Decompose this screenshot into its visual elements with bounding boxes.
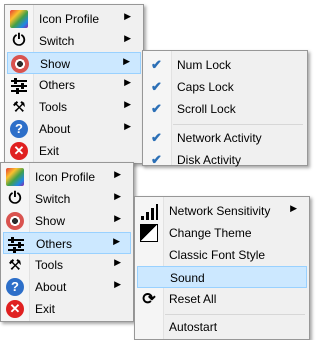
reset-icon: ⟳ <box>142 291 156 308</box>
menu-item-caps-lock[interactable]: ✔ Caps Lock <box>145 76 305 98</box>
menu-item-label: Show <box>40 57 71 71</box>
menu-separator <box>165 314 305 315</box>
menu-item-sound[interactable]: Sound <box>137 266 307 288</box>
menu-item-label: Exit <box>39 144 60 158</box>
menu-item-label: Exit <box>35 302 56 316</box>
color-profile-icon <box>10 10 28 28</box>
menu-item-label: About <box>35 280 67 294</box>
power-icon: ⏻ <box>12 32 26 49</box>
menu-item-tools[interactable]: ⚒ Tools ▶ <box>3 254 131 276</box>
checkmark-icon: ✔ <box>151 152 162 167</box>
color-profile-icon <box>6 168 24 186</box>
menu-item-about[interactable]: ? About ▶ <box>3 276 131 298</box>
submenu-arrow-icon: ▶ <box>124 33 131 43</box>
checkmark-icon: ✔ <box>151 79 162 94</box>
menu-item-label: Classic Font Style <box>169 248 266 262</box>
menu-item-label: Autostart <box>169 320 218 334</box>
submenu-arrow-icon: ▶ <box>114 257 121 267</box>
menu-item-others[interactable]: Others ▶ <box>7 74 141 96</box>
menu-item-label: Icon Profile <box>35 170 96 184</box>
show-submenu: ✔ Num Lock ✔ Caps Lock ✔ Scroll Lock ✔ N… <box>142 50 308 167</box>
menu-item-label: About <box>39 122 71 136</box>
tools-icon: ⚒ <box>12 99 26 116</box>
menu-separator <box>173 124 303 125</box>
menu-item-label: Network Sensitivity <box>169 204 271 218</box>
menu-item-label: Icon Profile <box>39 12 100 26</box>
menu-item-show[interactable]: Show ▶ <box>3 210 131 232</box>
menu-item-num-lock[interactable]: ✔ Num Lock <box>145 54 305 76</box>
checkmark-icon: ✔ <box>151 57 162 72</box>
menu-item-show[interactable]: Show ▶ <box>7 52 141 74</box>
submenu-arrow-icon: ▶ <box>114 213 121 223</box>
checkmark-icon: ✔ <box>151 130 162 145</box>
sliders-icon <box>10 76 28 94</box>
submenu-arrow-icon: ▶ <box>290 203 297 213</box>
main-context-menu-top: Icon Profile ▶ ⏻ Switch ▶ Show ▶ Others … <box>4 4 144 164</box>
help-icon: ? <box>6 278 24 296</box>
submenu-arrow-icon: ▶ <box>124 11 131 21</box>
menu-item-network-sensitivity[interactable]: Network Sensitivity ▶ <box>137 200 307 222</box>
menu-item-scroll-lock[interactable]: ✔ Scroll Lock <box>145 98 305 120</box>
help-icon: ? <box>10 120 28 138</box>
submenu-arrow-icon: ▶ <box>123 56 130 66</box>
menu-item-label: Caps Lock <box>177 80 234 94</box>
menu-item-label: Switch <box>35 192 71 206</box>
menu-item-switch[interactable]: ⏻ Switch ▶ <box>3 188 131 210</box>
submenu-arrow-icon: ▶ <box>114 191 121 201</box>
menu-item-exit[interactable]: ✕ Exit <box>3 298 131 320</box>
exit-icon: ✕ <box>6 300 24 318</box>
menu-item-label: Tools <box>39 100 68 114</box>
menu-item-label: Scroll Lock <box>177 102 236 116</box>
menu-item-label: Reset All <box>169 292 217 306</box>
menu-item-icon-profile[interactable]: Icon Profile ▶ <box>3 166 131 188</box>
power-icon: ⏻ <box>8 190 22 207</box>
menu-item-exit[interactable]: ✕ Exit <box>7 140 141 162</box>
menu-item-about[interactable]: ? About ▶ <box>7 118 141 140</box>
exit-icon: ✕ <box>10 142 28 160</box>
menu-item-label: Sound <box>170 271 205 285</box>
eye-icon <box>6 212 24 230</box>
sliders-icon <box>7 235 25 253</box>
submenu-arrow-icon: ▶ <box>114 279 121 289</box>
signal-bars-icon <box>140 202 158 220</box>
menu-item-switch[interactable]: ⏻ Switch ▶ <box>7 30 141 52</box>
menu-item-autostart[interactable]: Autostart <box>137 316 307 338</box>
submenu-arrow-icon: ▶ <box>113 236 120 246</box>
menu-item-label: Tools <box>35 258 64 272</box>
menu-item-change-theme[interactable]: Change Theme <box>137 222 307 244</box>
menu-item-icon-profile[interactable]: Icon Profile ▶ <box>7 8 141 30</box>
submenu-arrow-icon: ▶ <box>124 121 131 131</box>
others-submenu: Network Sensitivity ▶ Change Theme Class… <box>134 196 310 340</box>
menu-item-label: Network Activity <box>177 131 262 145</box>
theme-icon <box>140 224 158 242</box>
menu-item-label: Others <box>39 78 76 92</box>
tools-icon: ⚒ <box>8 257 22 274</box>
submenu-arrow-icon: ▶ <box>124 77 131 87</box>
menu-item-classic-font-style[interactable]: Classic Font Style <box>137 244 307 266</box>
menu-item-label: Num Lock <box>177 58 232 72</box>
menu-item-reset-all[interactable]: ⟳ Reset All <box>137 288 307 310</box>
menu-item-others[interactable]: Others ▶ <box>3 232 131 254</box>
eye-icon <box>11 55 29 73</box>
checkmark-icon: ✔ <box>151 101 162 116</box>
menu-item-network-activity[interactable]: ✔ Network Activity <box>145 127 305 149</box>
main-context-menu-bottom: Icon Profile ▶ ⏻ Switch ▶ Show ▶ Others … <box>0 162 134 322</box>
submenu-arrow-icon: ▶ <box>124 99 131 109</box>
menu-item-label: Disk Activity <box>177 153 242 167</box>
menu-item-label: Change Theme <box>169 226 252 240</box>
menu-item-label: Show <box>35 214 66 228</box>
menu-item-tools[interactable]: ⚒ Tools ▶ <box>7 96 141 118</box>
menu-item-label: Switch <box>39 34 75 48</box>
menu-item-disk-activity[interactable]: ✔ Disk Activity <box>145 149 305 171</box>
submenu-arrow-icon: ▶ <box>114 169 121 179</box>
menu-item-label: Others <box>36 237 73 251</box>
